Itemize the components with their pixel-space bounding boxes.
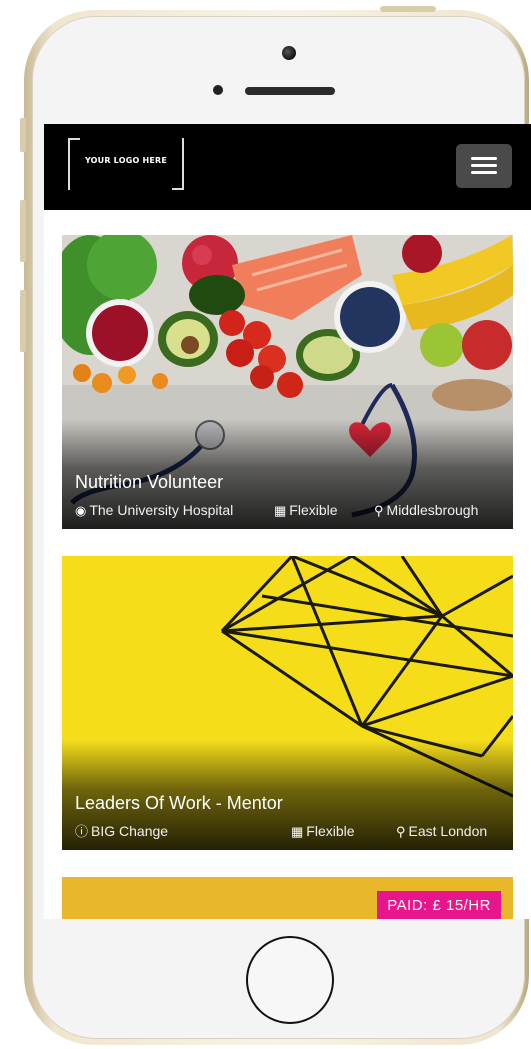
- mute-switch: [20, 118, 26, 152]
- info-circle-icon: ⓘ: [75, 824, 89, 839]
- calendar-icon: ▦: [291, 824, 304, 839]
- earpiece-speaker: [245, 87, 335, 95]
- card-schedule: ▦ Flexible: [274, 502, 338, 518]
- hamburger-menu-icon: [471, 157, 497, 160]
- volume-up-button: [20, 200, 26, 262]
- phone-screen: YOUR LOGO HERE Nutrition Volunteer ◉ The…: [44, 124, 531, 919]
- card-schedule: ▦ Flexible: [291, 823, 355, 839]
- opportunity-card[interactable]: Nutrition Volunteer ◉ The University Hosp…: [62, 235, 513, 529]
- opportunity-card[interactable]: PAID: £ 15/HR: [62, 877, 513, 919]
- logo[interactable]: YOUR LOGO HERE: [68, 138, 184, 190]
- paid-badge: PAID: £ 15/HR: [377, 891, 501, 919]
- home-button[interactable]: [246, 936, 334, 1024]
- proximity-sensor: [213, 85, 223, 95]
- card-title[interactable]: Leaders Of Work - Mentor: [75, 793, 283, 814]
- calendar-icon: ▦: [274, 503, 287, 518]
- power-button: [380, 6, 436, 12]
- card-organisation: ⓘ BIG Change: [75, 823, 169, 839]
- front-camera: [282, 46, 296, 60]
- card-location: ⚲ East London: [396, 823, 488, 839]
- map-pin-icon: ⚲: [374, 503, 384, 518]
- card-organisation: ◉ The University Hospital: [75, 502, 234, 518]
- card-title[interactable]: Nutrition Volunteer: [75, 472, 223, 493]
- user-circle-icon: ◉: [75, 503, 87, 518]
- logo-text: YOUR LOGO HERE: [84, 156, 168, 165]
- navbar: YOUR LOGO HERE: [44, 124, 531, 210]
- map-pin-icon: ⚲: [396, 824, 406, 839]
- hamburger-menu-button[interactable]: [456, 144, 512, 188]
- card-location: ⚲ Middlesbrough: [374, 502, 479, 518]
- opportunity-card[interactable]: Leaders Of Work - Mentor ⓘ BIG Change ▦ Fl…: [62, 556, 513, 850]
- volume-down-button: [20, 290, 26, 352]
